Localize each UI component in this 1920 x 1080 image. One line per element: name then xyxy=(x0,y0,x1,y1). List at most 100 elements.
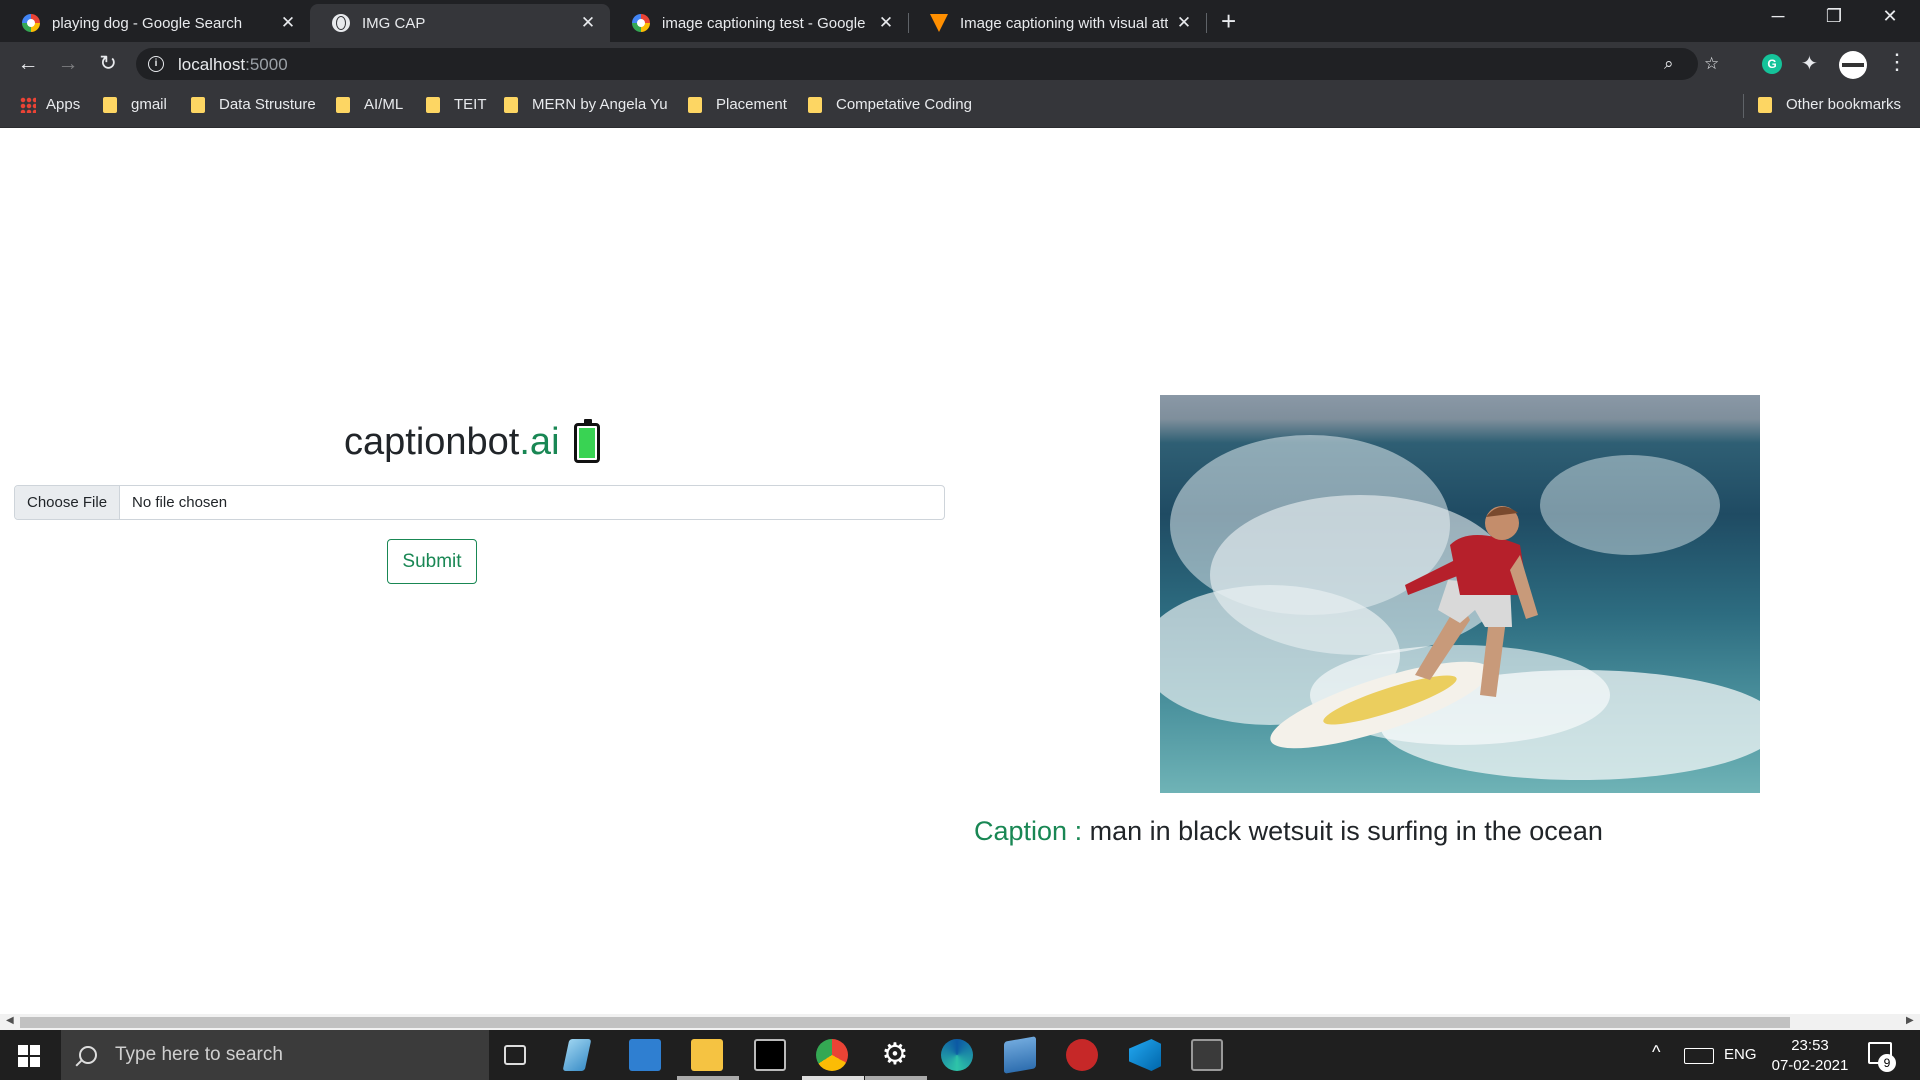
devcpp-icon[interactable] xyxy=(1066,1039,1098,1071)
bookmarks-bar: Apps gmail Data Strusture AI/ML TEIT MER… xyxy=(0,86,1920,128)
windows-taskbar: Type here to search ⚙ ^ ENG 23:53 07-02-… xyxy=(0,1030,1920,1080)
tab-title: Image captioning with visual atte xyxy=(960,14,1168,32)
grammarly-extension-icon[interactable]: G xyxy=(1762,54,1782,74)
bookmark-label: Placement xyxy=(716,96,787,113)
choose-file-button[interactable]: Choose File xyxy=(15,486,121,519)
bookmark-label: Data Strusture xyxy=(219,96,316,113)
chrome-icon[interactable] xyxy=(816,1039,848,1071)
bookmark-teit[interactable]: TEIT xyxy=(426,96,487,113)
new-tab-button[interactable]: + xyxy=(1221,8,1236,34)
bookmark-label: gmail xyxy=(131,96,167,113)
search-icon xyxy=(79,1046,97,1064)
close-tab-icon[interactable]: ✕ xyxy=(280,13,296,33)
bookmark-label: TEIT xyxy=(454,96,487,113)
uploaded-image xyxy=(1160,395,1760,793)
brand-title: captionbot .ai xyxy=(344,418,600,464)
close-tab-icon[interactable]: ✕ xyxy=(580,13,596,33)
active-indicator xyxy=(865,1076,927,1080)
restore-button[interactable]: ❐ xyxy=(1814,6,1854,27)
file-status: No file chosen xyxy=(132,494,228,511)
scrollbar-thumb[interactable] xyxy=(20,1017,1790,1028)
battery-icon xyxy=(573,418,600,463)
bookmark-mern[interactable]: MERN by Angela Yu xyxy=(504,96,668,113)
tab-separator xyxy=(1206,13,1207,33)
tensorflow-icon xyxy=(930,14,948,32)
scroll-right-arrow-icon[interactable]: ▶ xyxy=(1906,1015,1914,1026)
taskbar-clock[interactable]: 23:53 07-02-2021 xyxy=(1760,1036,1860,1076)
taskbar-search[interactable]: Type here to search xyxy=(61,1030,489,1080)
bookmark-gmail[interactable]: gmail xyxy=(103,96,167,113)
tab-playing-dog[interactable]: playing dog - Google Search ✕ xyxy=(0,4,310,42)
bookmark-data-strusture[interactable]: Data Strusture xyxy=(191,96,316,113)
bookmark-star-icon[interactable]: ☆ xyxy=(1704,54,1719,74)
bookmark-apps[interactable]: Apps xyxy=(20,96,80,113)
bookmark-ai-ml[interactable]: AI/ML xyxy=(336,96,403,113)
tab-image-captioning-test[interactable]: image captioning test - Google S ✕ xyxy=(610,4,908,42)
folder-app-icon[interactable] xyxy=(1004,1036,1036,1074)
bookmark-label: MERN by Angela Yu xyxy=(532,96,668,113)
active-indicator xyxy=(802,1076,864,1080)
notes-app-icon[interactable] xyxy=(562,1039,592,1071)
active-indicator xyxy=(677,1076,739,1080)
tab-title: image captioning test - Google S xyxy=(662,14,870,32)
zoom-icon[interactable]: ⌕ xyxy=(1664,54,1674,74)
reload-icon[interactable]: ↻ xyxy=(94,50,122,78)
url-host: localhost xyxy=(178,55,246,74)
file-input[interactable]: Choose File No file chosen xyxy=(14,485,945,520)
bookmark-label: Apps xyxy=(46,96,81,113)
folder-icon xyxy=(191,96,205,113)
clock-time: 23:53 xyxy=(1791,1037,1829,1054)
info-icon[interactable]: i xyxy=(148,56,164,72)
url-text[interactable]: localhost:5000 xyxy=(178,55,288,75)
back-arrow-icon[interactable]: ← xyxy=(14,50,42,78)
google-icon xyxy=(632,14,650,32)
bookmark-competative-coding[interactable]: Competative Coding xyxy=(808,96,972,113)
folder-icon xyxy=(336,96,350,113)
caption-value: man in black wetsuit is surfing in the o… xyxy=(1089,816,1603,846)
task-view-icon[interactable] xyxy=(504,1045,526,1065)
brand-suffix: .ai xyxy=(519,421,560,463)
scroll-left-arrow-icon[interactable]: ◀ xyxy=(6,1015,14,1026)
folder-icon xyxy=(103,96,117,113)
console-app-icon[interactable] xyxy=(1191,1039,1223,1071)
bookmarks-separator xyxy=(1743,94,1744,118)
folder-icon xyxy=(808,96,822,113)
file-explorer-icon[interactable] xyxy=(691,1039,723,1071)
search-placeholder: Type here to search xyxy=(115,1044,283,1065)
forward-arrow-icon[interactable]: → xyxy=(54,50,82,78)
keyboard-icon[interactable] xyxy=(1684,1048,1714,1064)
address-bar[interactable]: i localhost:5000 ⌕ ☆ xyxy=(136,48,1719,80)
minimize-button[interactable]: ─ xyxy=(1758,6,1798,27)
tab-img-cap[interactable]: IMG CAP ✕ xyxy=(310,4,610,42)
tab-strip: playing dog - Google Search ✕ IMG CAP ✕ … xyxy=(0,0,1920,42)
close-tab-icon[interactable]: ✕ xyxy=(1176,13,1192,33)
bookmark-placement[interactable]: Placement xyxy=(688,96,787,113)
folder-icon xyxy=(1758,96,1772,113)
menu-kebab-icon[interactable]: ⋮ xyxy=(1886,51,1908,73)
settings-gear-icon[interactable]: ⚙ xyxy=(879,1039,911,1071)
contacts-app-icon[interactable] xyxy=(629,1039,661,1071)
horizontal-scrollbar[interactable]: ◀ ▶ xyxy=(0,1014,1920,1030)
submit-button[interactable]: Submit xyxy=(387,539,477,584)
terminal-icon[interactable] xyxy=(754,1039,786,1071)
clock-date: 07-02-2021 xyxy=(1771,1057,1849,1074)
edge-icon[interactable] xyxy=(941,1039,973,1071)
windows-start-icon[interactable] xyxy=(18,1045,40,1067)
url-port: :5000 xyxy=(245,55,288,74)
tab-title: IMG CAP xyxy=(362,14,426,32)
browser-toolbar: ← → ↻ i localhost:5000 ⌕ ☆ G ✦ ⋮ xyxy=(0,42,1920,86)
profile-avatar[interactable] xyxy=(1839,51,1867,79)
folder-icon xyxy=(504,96,518,113)
tray-chevron-icon[interactable]: ^ xyxy=(1652,1042,1660,1063)
vscode-icon[interactable] xyxy=(1129,1039,1161,1071)
tab-image-captioning-tf[interactable]: Image captioning with visual atte ✕ xyxy=(908,4,1206,42)
close-tab-icon[interactable]: ✕ xyxy=(878,13,894,33)
tab-title: playing dog - Google Search xyxy=(52,14,243,32)
bookmark-other[interactable]: Other bookmarks xyxy=(1758,96,1901,113)
globe-icon xyxy=(332,14,350,32)
extensions-puzzle-icon[interactable]: ✦ xyxy=(1801,51,1818,76)
language-indicator[interactable]: ENG xyxy=(1724,1046,1757,1063)
close-window-button[interactable]: ✕ xyxy=(1870,6,1910,27)
folder-icon xyxy=(688,96,702,113)
apps-grid-icon xyxy=(20,96,36,113)
